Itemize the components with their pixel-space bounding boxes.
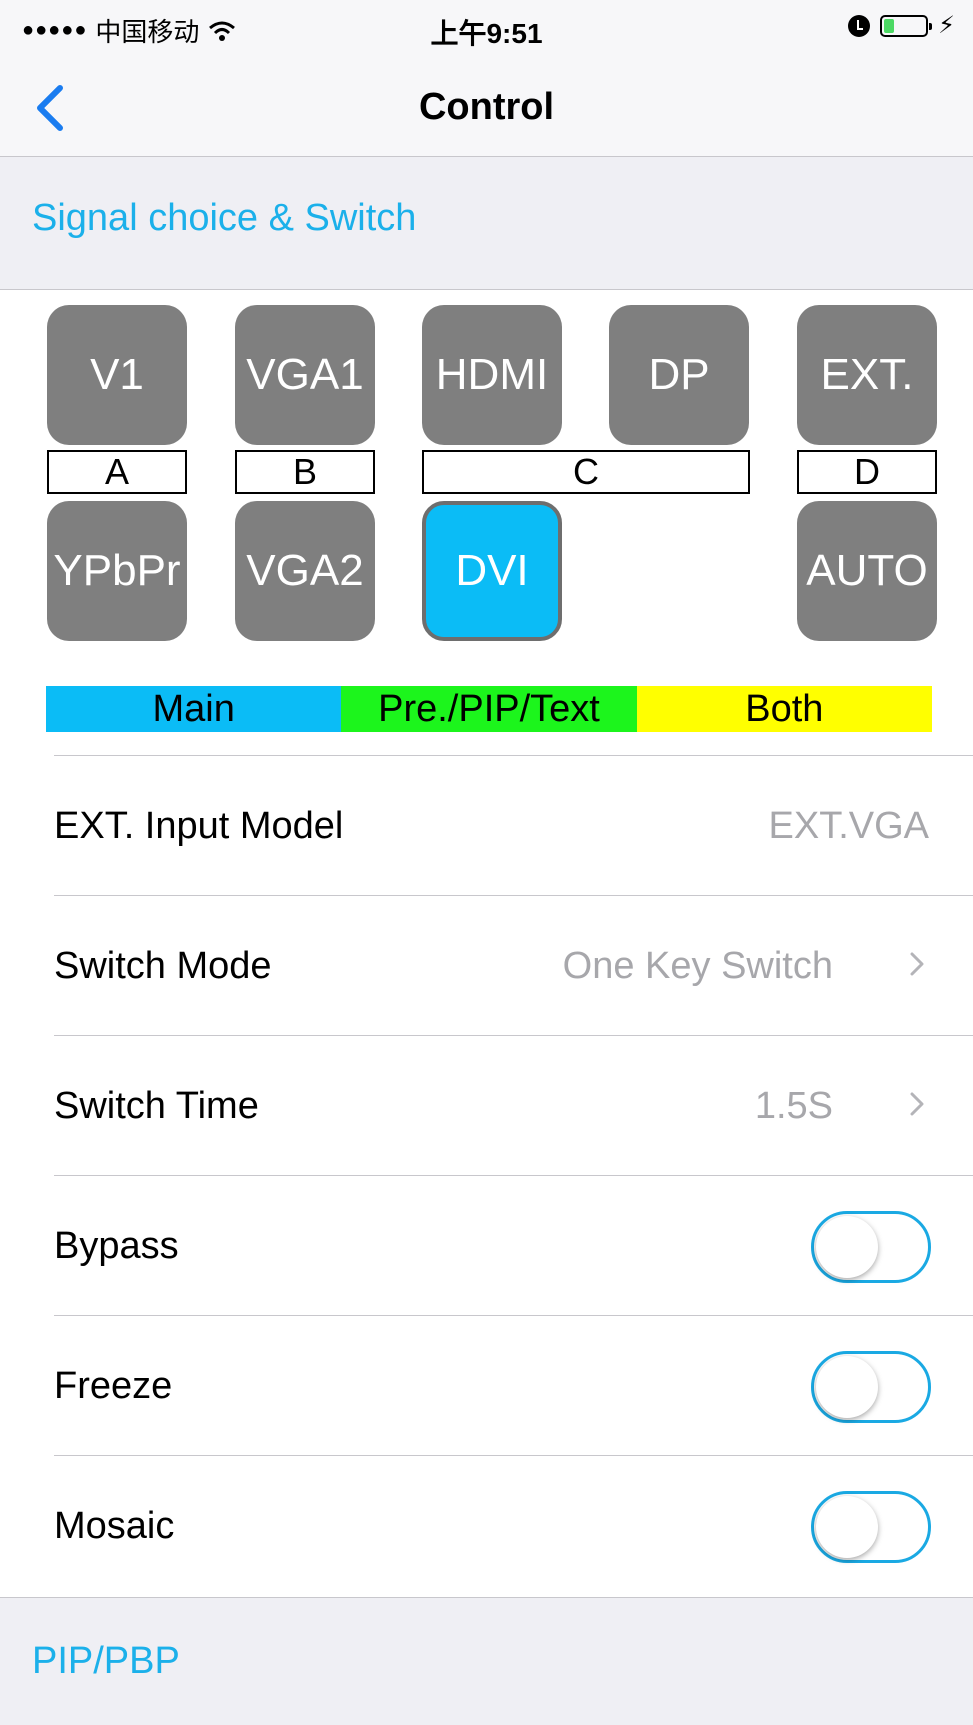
group-label-c: C xyxy=(422,450,750,494)
row-value: 1.5S xyxy=(754,1085,833,1127)
clock: 上午9:51 xyxy=(430,18,543,49)
section-title: PIP/PBP xyxy=(32,1640,180,1682)
row-label: Mosaic xyxy=(54,1505,175,1547)
section-header-signal: Signal choice & Switch xyxy=(0,157,973,290)
battery-level xyxy=(884,19,895,33)
mosaic-toggle[interactable] xyxy=(811,1491,931,1563)
group-label-b: B xyxy=(235,450,375,494)
freeze-toggle[interactable] xyxy=(811,1351,931,1423)
section-header-pip: PIP/PBP xyxy=(0,1597,973,1725)
toggle-knob xyxy=(816,1216,878,1278)
page-title: Control xyxy=(418,86,555,128)
signal-button-ypbpr[interactable]: YPbPr xyxy=(47,501,187,641)
group-label-d: D xyxy=(797,450,937,494)
row-switch-time[interactable]: Switch Time 1.5S xyxy=(0,1036,973,1176)
signal-button-v1[interactable]: V1 xyxy=(47,305,187,445)
signal-button-auto[interactable]: AUTO xyxy=(797,501,937,641)
legend-pip: Pre./PIP/Text xyxy=(341,686,637,732)
row-label: EXT. Input Model xyxy=(54,805,344,847)
chevron-right-icon xyxy=(910,1092,924,1116)
row-label: Switch Mode xyxy=(54,945,272,987)
navigation-bar: Control xyxy=(0,60,973,157)
legend-both: Both xyxy=(636,686,932,732)
alarm-icon xyxy=(848,15,871,37)
row-value: One Key Switch xyxy=(562,945,833,987)
chevron-right-icon xyxy=(910,952,924,976)
row-mosaic: Mosaic xyxy=(0,1456,973,1596)
row-bypass: Bypass xyxy=(0,1176,973,1316)
legend-main: Main xyxy=(46,686,342,732)
charging-icon: ⚡ xyxy=(938,12,955,39)
status-bar: ●●●●● 中国移动 上午9:51 ⚡ xyxy=(0,0,973,60)
group-label-a: A xyxy=(47,450,187,494)
row-label: Switch Time xyxy=(54,1085,259,1127)
signal-button-vga1[interactable]: VGA1 xyxy=(235,305,375,445)
row-label: Bypass xyxy=(54,1225,179,1267)
window-color-legend: Main Pre./PIP/Text Both xyxy=(46,686,932,732)
battery-icon xyxy=(880,15,933,37)
toggle-knob xyxy=(816,1496,878,1558)
signal-button-dvi[interactable]: DVI xyxy=(422,501,562,641)
signal-button-vga2[interactable]: VGA2 xyxy=(235,501,375,641)
toggle-knob xyxy=(816,1356,878,1418)
row-value: EXT.VGA xyxy=(768,805,930,847)
signal-button-hdmi[interactable]: HDMI xyxy=(422,305,562,445)
signal-button-ext[interactable]: EXT. xyxy=(797,305,937,445)
row-ext-input-model[interactable]: EXT. Input Model EXT.VGA xyxy=(0,756,973,896)
row-switch-mode[interactable]: Switch Mode One Key Switch xyxy=(0,896,973,1036)
row-label: Freeze xyxy=(54,1365,173,1407)
status-icons: ⚡ xyxy=(848,14,955,38)
bypass-toggle[interactable] xyxy=(811,1211,931,1283)
row-freeze: Freeze xyxy=(0,1316,973,1456)
signal-button-dp[interactable]: DP xyxy=(609,305,749,445)
section-title: Signal choice & Switch xyxy=(32,197,417,239)
